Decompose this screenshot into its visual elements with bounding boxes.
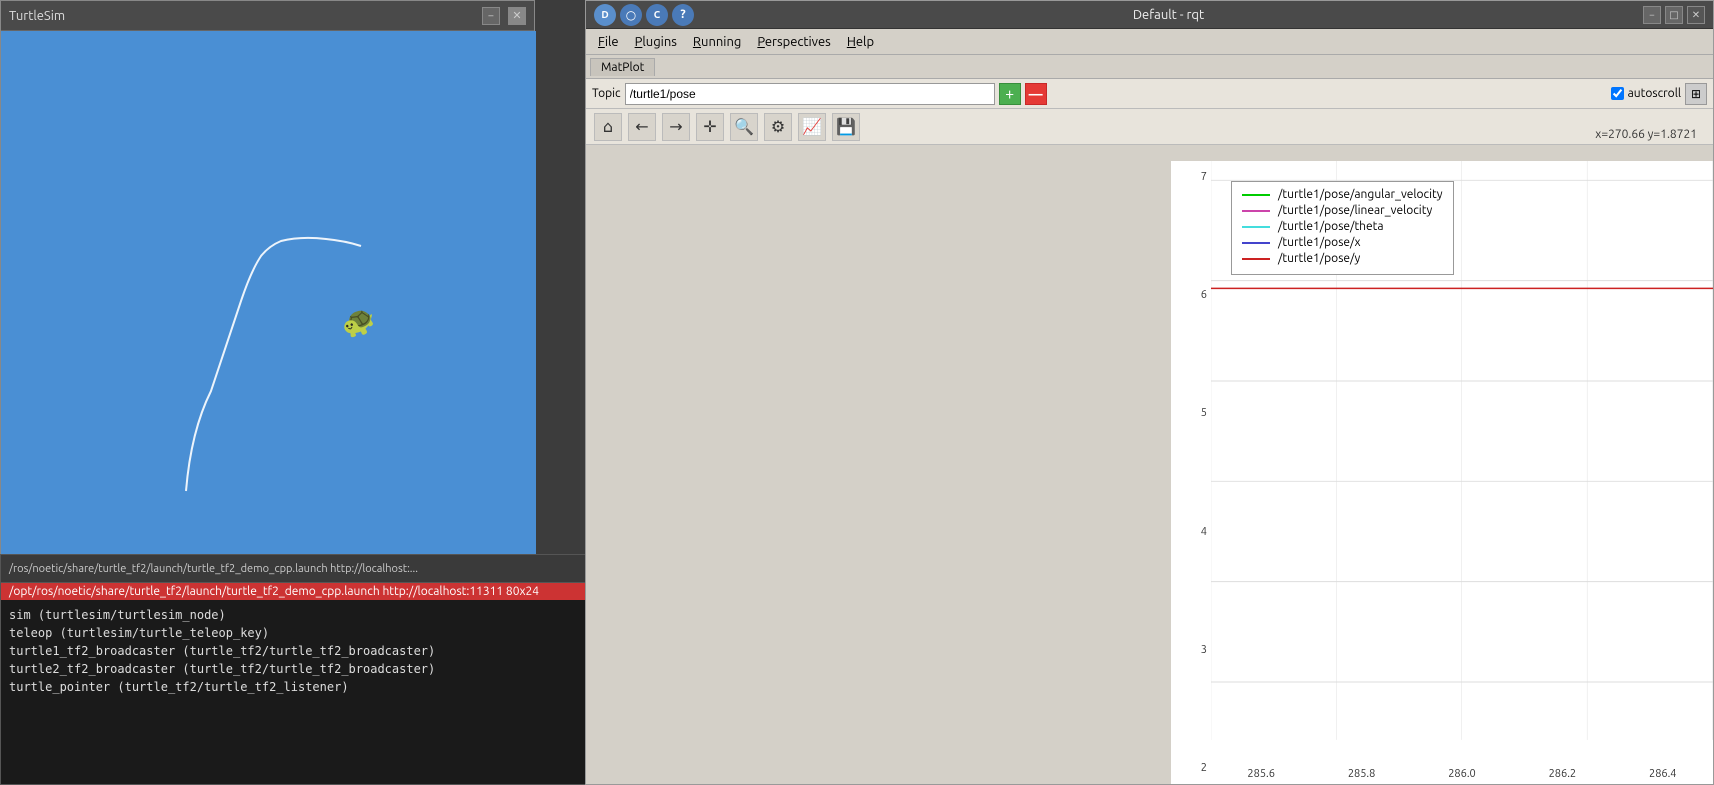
turtlesim-minimize-btn[interactable]: − [482,7,500,25]
legend-line-angular [1242,194,1270,196]
toolbar-autoscale-btn[interactable]: 📈 [798,113,826,141]
menu-running[interactable]: Running [685,33,749,51]
rqt-minimize-btn[interactable]: − [1643,6,1661,24]
plot-area: 7 6 5 4 3 2 [1171,161,1713,784]
legend-item-angular: /turtle1/pose/angular_velocity [1242,188,1443,201]
y-label-3: 3 [1171,644,1207,656]
rqt-window-controls: − □ ✕ [1643,6,1705,24]
legend-line-y [1242,258,1270,260]
x-label-4: 286.2 [1549,768,1577,780]
toolbar-save-btn[interactable]: 💾 [832,113,860,141]
topic-label: Topic [592,87,621,100]
rqt-d-button[interactable]: D [594,4,616,26]
y-label-2: 2 [1171,762,1207,774]
y-axis-labels: 7 6 5 4 3 2 [1171,161,1211,784]
menu-help[interactable]: Help [839,33,882,51]
legend-label-linear: /turtle1/pose/linear_velocity [1278,204,1432,217]
legend-box: /turtle1/pose/angular_velocity /turtle1/… [1231,181,1454,275]
legend-item-linear: /turtle1/pose/linear_velocity [1242,204,1443,217]
turtlesim-canvas: 🐢 [1,31,536,556]
legend-item-y: /turtle1/pose/y [1242,252,1443,265]
autoscroll-label: autoscroll [1628,87,1681,100]
coord-display: x=270.66 y=1.8721 [1589,126,1703,143]
rqt-corner-buttons: D ○ C ? [594,4,694,26]
y-label-7: 7 [1171,171,1207,183]
plot-toolbar: ⌂ ← → ✛ 🔍 ⚙ 📈 💾 [586,109,1713,145]
rqt-c-button[interactable]: C [646,4,668,26]
y-label-6: 6 [1171,289,1207,301]
turtlesim-title: TurtleSim [9,9,65,23]
rqt-circle-button[interactable]: ○ [620,4,642,26]
toolbar-forward-btn[interactable]: → [662,113,690,141]
menu-perspectives[interactable]: Perspectives [749,33,838,51]
x-label-2: 285.8 [1348,768,1376,780]
legend-item-theta: /turtle1/pose/theta [1242,220,1443,233]
rqt-help-button[interactable]: ? [672,4,694,26]
rqt-close-btn[interactable]: ✕ [1687,6,1705,24]
autoscroll-checkbox[interactable] [1611,87,1624,100]
y-label-5: 5 [1171,407,1207,419]
turtlesim-window: TurtleSim − ✕ 🐢 [0,0,535,555]
topic-add-button[interactable]: + [999,83,1021,105]
autoscroll-section: autoscroll ⊞ [1611,83,1707,105]
x-label-1: 285.6 [1247,768,1275,780]
y-label-4: 4 [1171,526,1207,538]
x-label-5: 286.4 [1649,768,1677,780]
turtlesim-titlebar: TurtleSim − ✕ [1,1,534,31]
topic-remove-button[interactable]: — [1025,83,1047,105]
terminal-title: /ros/noetic/share/turtle_tf2/launch/turt… [9,563,418,575]
rqt-title: Default - rqt [694,8,1643,22]
legend-line-x [1242,242,1270,244]
turtlesim-close-btn[interactable]: ✕ [508,7,526,25]
toolbar-home-btn[interactable]: ⌂ [594,113,622,141]
menu-file[interactable]: File [590,33,627,51]
menu-plugins[interactable]: Plugins [627,33,685,51]
tab-matplot[interactable]: MatPlot [590,58,655,76]
rqt-maximize-btn[interactable]: □ [1665,6,1683,24]
rqt-titlebar: D ○ C ? Default - rqt − □ ✕ [586,1,1713,29]
legend-item-x: /turtle1/pose/x [1242,236,1443,249]
legend-line-theta [1242,226,1270,228]
legend-line-linear [1242,210,1270,212]
toolbar-pan-btn[interactable]: ✛ [696,113,724,141]
topic-bar: Topic + — autoscroll ⊞ [586,79,1713,109]
x-label-3: 286.0 [1448,768,1476,780]
plot-inner: 7 6 5 4 3 2 [1171,161,1713,784]
rqt-menubar: File Plugins Running Perspectives Help [586,29,1713,55]
topic-input[interactable] [625,83,995,105]
legend-label-angular: /turtle1/pose/angular_velocity [1278,188,1443,201]
turtle-path-svg [1,31,536,556]
turtlesim-controls: − ✕ [482,7,526,25]
x-axis-labels: 285.6 285.8 286.0 286.2 286.4 [1211,764,1713,784]
legend-label-y: /turtle1/pose/y [1278,252,1360,265]
legend-label-theta: /turtle1/pose/theta [1278,220,1384,233]
toolbar-zoom-btn[interactable]: 🔍 [730,113,758,141]
grid-toggle-button[interactable]: ⊞ [1685,83,1707,105]
toolbar-back-btn[interactable]: ← [628,113,656,141]
matplot-tab-bar: MatPlot [586,55,1713,79]
toolbar-config-btn[interactable]: ⚙ [764,113,792,141]
rqt-window: D ○ C ? Default - rqt − □ ✕ File Plugins… [585,0,1714,785]
legend-label-x: /turtle1/pose/x [1278,236,1361,249]
